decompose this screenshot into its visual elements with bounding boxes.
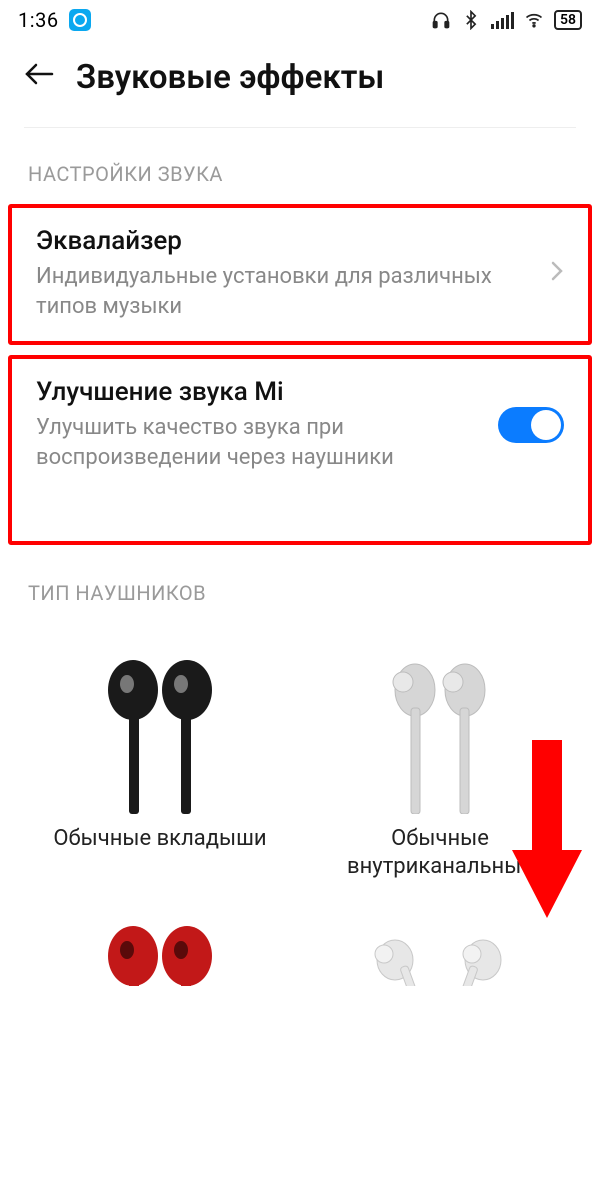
status-time: 1:36: [18, 8, 59, 32]
earbuds-icon: [70, 649, 250, 819]
toggle-mi-sound[interactable]: [498, 407, 564, 443]
row-equalizer-text: Эквалайзер Индивидуальные установки для …: [36, 226, 550, 321]
app-indicator-icon: [69, 9, 91, 31]
divider: [24, 127, 576, 128]
headphones-icon: [431, 10, 451, 30]
headphone-grid: Обычные вкладыши Обычные внутриканальные: [0, 623, 600, 1010]
headphone-label: Обычные вкладыши: [53, 825, 266, 854]
row-equalizer-title: Эквалайзер: [36, 226, 538, 256]
battery-icon: 58: [554, 10, 582, 30]
header: Звуковые эффекты: [0, 36, 600, 127]
row-equalizer-subtitle: Индивидуальные установки для различных т…: [36, 262, 538, 321]
row-mi-sound[interactable]: Улучшение звука Mi Улучшить качество зву…: [12, 359, 588, 492]
row-equalizer[interactable]: Эквалайзер Индивидуальные установки для …: [12, 208, 588, 341]
earbuds-red-icon: [70, 916, 250, 986]
battery-level: 58: [554, 10, 582, 30]
wifi-icon: [524, 10, 544, 30]
status-right: 58: [431, 10, 582, 30]
headphone-option-earbuds[interactable]: Обычные вкладыши: [20, 633, 300, 906]
status-bar: 1:36 58: [0, 0, 600, 36]
bluetooth-icon: [461, 10, 481, 30]
highlight-mi-sound: Улучшение звука Mi Улучшить качество зву…: [8, 355, 592, 544]
cell-signal-icon: [491, 11, 514, 29]
status-left: 1:36: [18, 8, 91, 32]
page-title: Звуковые эффекты: [76, 58, 384, 97]
headphone-option-partial-1[interactable]: [20, 906, 300, 1010]
row-mi-sound-subtitle: Улучшить качество звука при воспроизведе…: [36, 413, 486, 472]
inear-white-icon: [350, 916, 530, 986]
highlight-equalizer: Эквалайзер Индивидуальные установки для …: [8, 204, 592, 345]
row-mi-sound-title: Улучшение звука Mi: [36, 377, 486, 407]
annotation-arrow-icon: [512, 740, 582, 924]
section-label-sound: НАСТРОЙКИ ЗВУКА: [0, 152, 600, 204]
chevron-right-icon: [550, 260, 564, 288]
inear-icon: [350, 649, 530, 819]
back-button[interactable]: [24, 60, 54, 95]
section-label-headphones: ТИП НАУШНИКОВ: [0, 555, 600, 623]
row-mi-sound-text: Улучшение звука Mi Улучшить качество зву…: [36, 377, 498, 472]
